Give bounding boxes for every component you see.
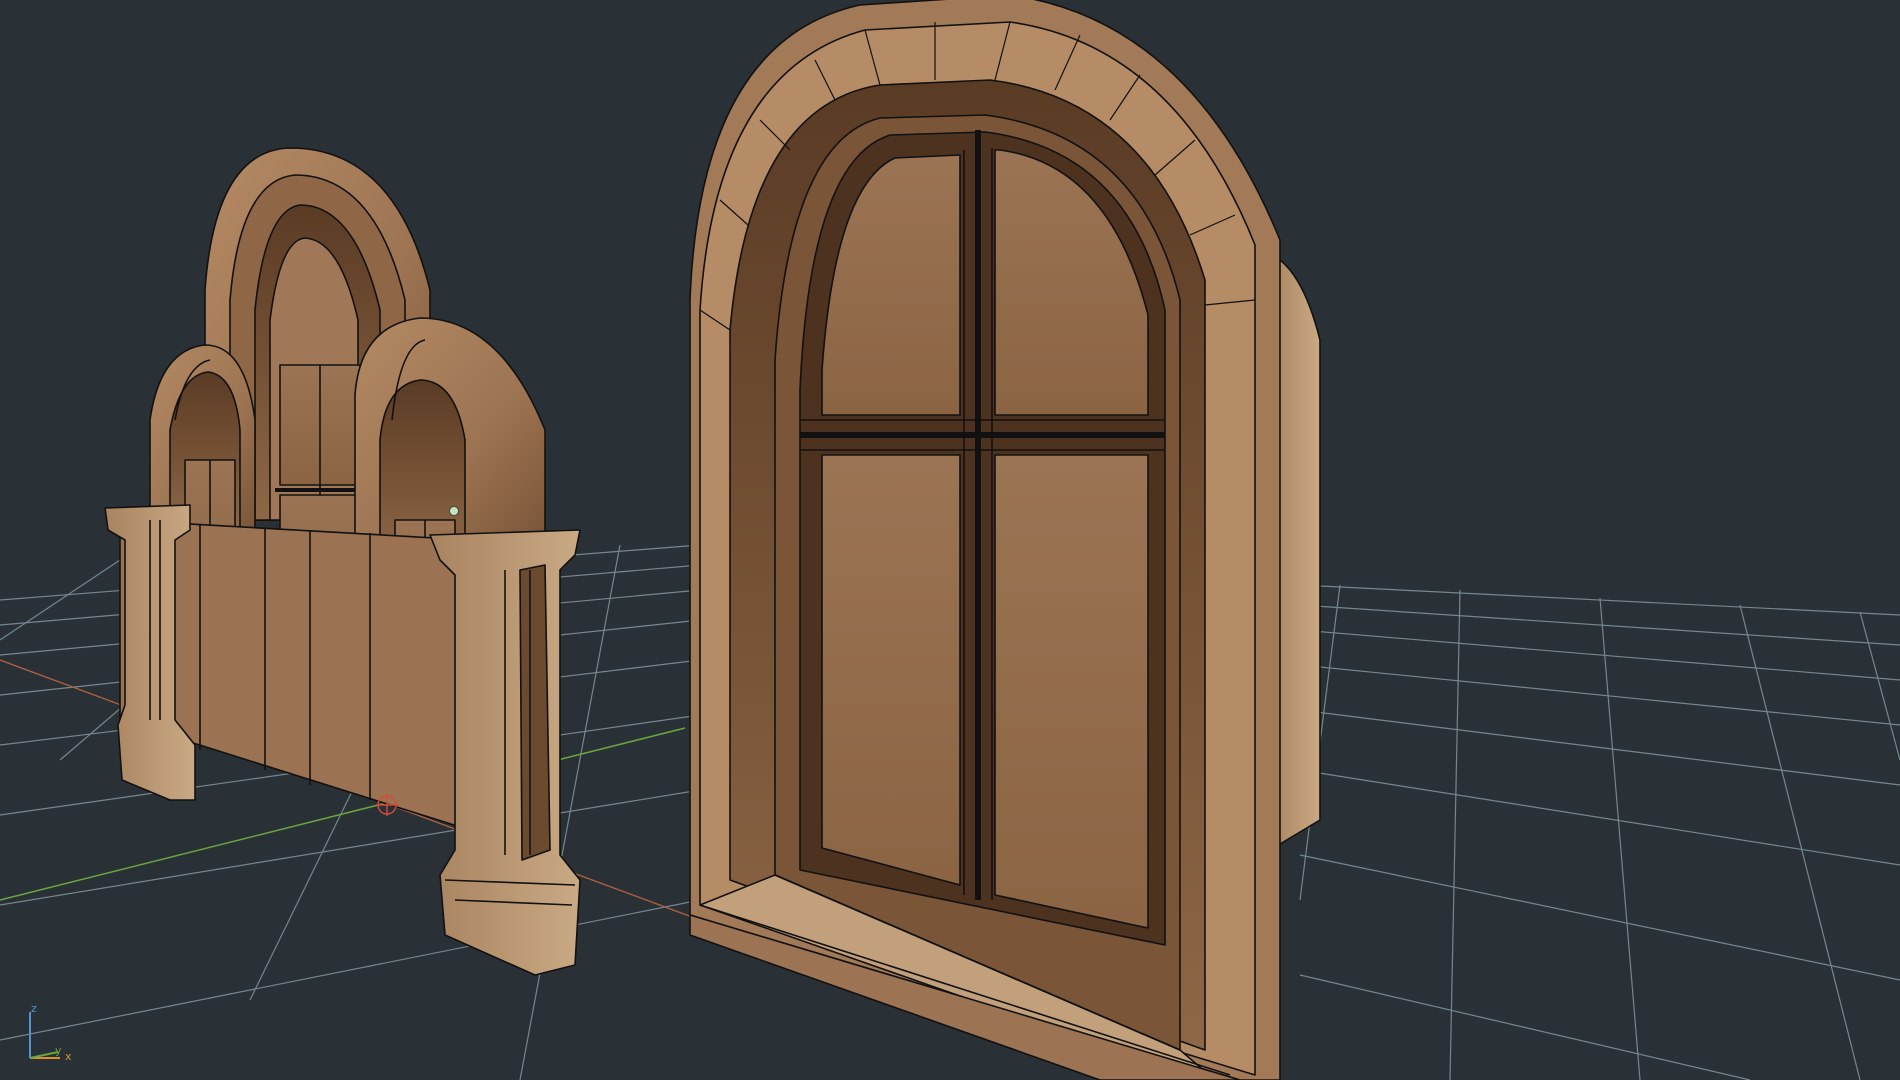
arched-facade-model[interactable]: [104, 147, 581, 976]
arched-window-model[interactable]: [689, 0, 1321, 1080]
selected-vertex-icon[interactable]: [449, 506, 459, 516]
axis-gizmo-x-label: x: [65, 1050, 72, 1063]
3d-viewport[interactable]: z y x: [0, 0, 1900, 1080]
axis-gizmo-z-label: z: [31, 1002, 37, 1015]
axis-gizmo-y-label: y: [55, 1044, 62, 1057]
viewport-canvas[interactable]: z y x: [0, 0, 1900, 1080]
